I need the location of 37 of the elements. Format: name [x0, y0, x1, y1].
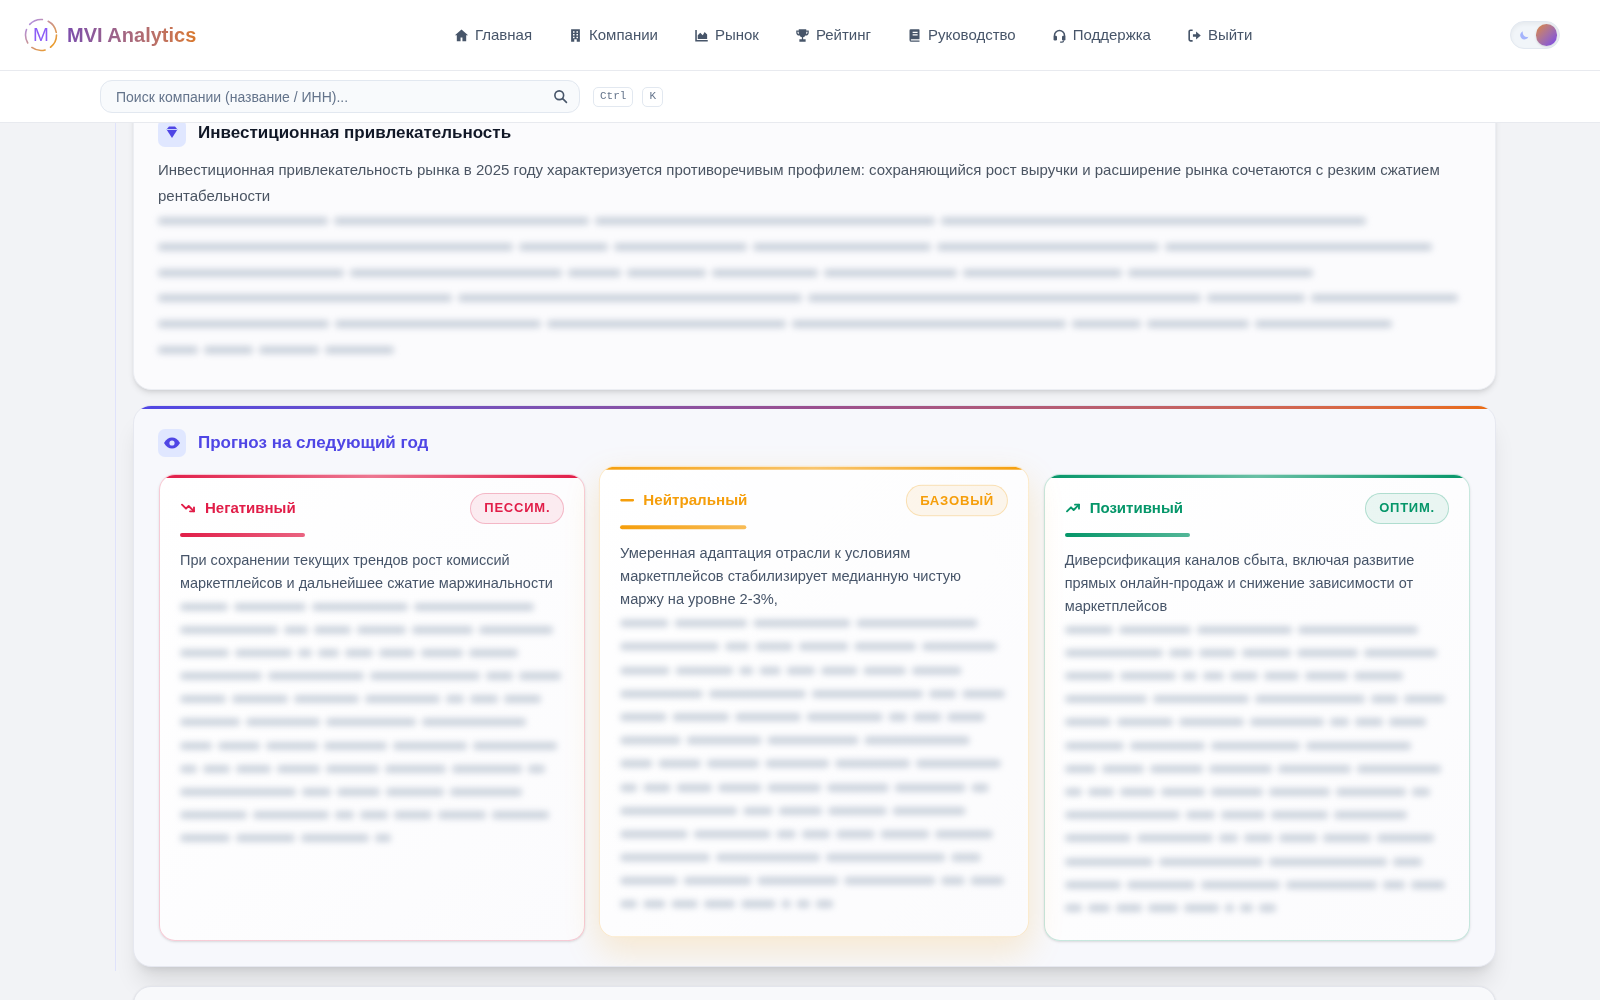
eye-icon [158, 428, 186, 457]
section-title: Прогноз на следующий год [198, 431, 429, 454]
theme-toggle[interactable] [1510, 21, 1560, 49]
section-title: Инвестиционная привлекательность [198, 124, 512, 142]
toggle-knob [1536, 24, 1557, 46]
scenario-tag: БАЗОВЫЙ [906, 484, 1009, 516]
nav-link[interactable]: Руководство [907, 23, 1016, 47]
scenario-tag: ПЕССИМ. [470, 492, 565, 524]
moon-icon [1519, 29, 1531, 41]
nav-link[interactable]: Главная [453, 23, 533, 47]
scenario-title: Негативный [205, 497, 296, 518]
scenario-card[interactable]: Негативный ПЕССИМ. При сохранении текущих трендов рост комиссий маркетплейсов и дальнейшее сжатие маржинальности [159, 473, 586, 941]
book-icon [907, 27, 922, 43]
house-icon [453, 27, 469, 43]
scenario-title: Позитивный [1089, 497, 1183, 518]
trophy-icon [794, 27, 810, 43]
scenario-card[interactable]: Позитивный ОПТИМ. Диверсификация каналов сбыта, включая развитие прямых онлайн-продаж и снижение зависимости от маркетплейсов [1043, 473, 1470, 941]
scenario-card[interactable]: Нейтральный БАЗОВЫЙ Умеренная адаптация отрасли к условиям маркетплейсов стабилизирует медианную чистую маржу на уровне 2-3%, [599, 465, 1030, 937]
nav-link[interactable]: Рынок [693, 23, 759, 47]
nav-link[interactable]: Рейтинг [794, 23, 871, 47]
exit-icon [1186, 27, 1202, 43]
scenario-title: Нейтральный [643, 489, 748, 510]
scenario-text: Умеренная адаптация отрасли к условиям маркетплейсов стабилизирует медианную чистую маржу на уровне 2-3%, [620, 543, 963, 609]
logo-mark: M [24, 18, 58, 52]
area-chart-icon [693, 27, 709, 43]
search-field[interactable]: Поиск компании (название / ИНН)... [100, 80, 580, 113]
shortcut-key: K [642, 86, 663, 107]
section-text: Инвестиционная привлекательность рынка в 2025 году характеризуется противоречивым профилем: сохраняющийся рост выручки и расширение рынка сочетаются с резким сжатием рентабельности [158, 160, 1441, 206]
shortcut-key: Ctrl [593, 86, 634, 107]
scenario-text: Диверсификация каналов сбыта, включая развитие прямых онлайн-продаж и снижение зависимости от маркетплейсов [1064, 550, 1416, 616]
scenario-tag: ОПТИМ. [1365, 492, 1449, 524]
search-icon [553, 89, 568, 104]
scenario-text: При сохранении текущих трендов рост комиссий маркетплейсов и дальнейшее сжатие маржинальности [180, 550, 554, 593]
nav-link[interactable]: Поддержка [1051, 23, 1151, 47]
nav-link[interactable]: Выйти [1186, 23, 1253, 47]
headset-icon [1051, 27, 1067, 43]
nav-link[interactable]: Компании [568, 23, 658, 47]
